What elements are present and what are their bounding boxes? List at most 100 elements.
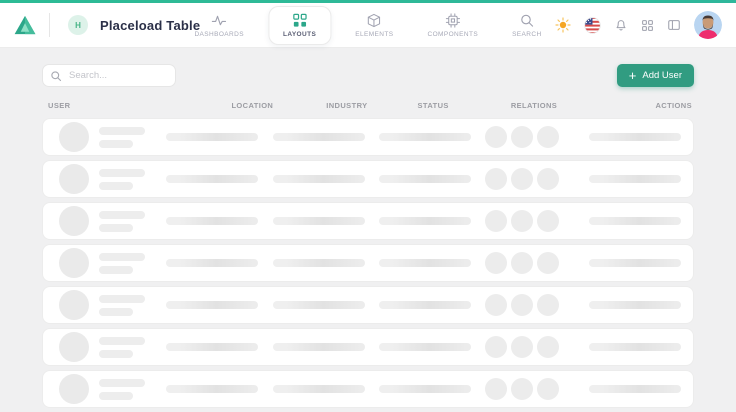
relation-placeholder bbox=[511, 252, 533, 274]
row-cell-relations bbox=[485, 294, 589, 316]
row-cell-status bbox=[379, 133, 485, 141]
cube-icon bbox=[367, 13, 382, 28]
relation-placeholder bbox=[511, 378, 533, 400]
column-header-industry: INDUSTRY bbox=[326, 101, 367, 110]
table-row bbox=[42, 118, 694, 156]
search-input[interactable] bbox=[42, 64, 176, 87]
relation-placeholder bbox=[485, 252, 507, 274]
layout-grid-icon bbox=[292, 13, 307, 28]
relation-placeholder bbox=[485, 210, 507, 232]
main-nav: DASHBOARDS LAYOUTS ELEMENTS C bbox=[184, 3, 551, 48]
theme-sun-icon[interactable] bbox=[555, 17, 571, 33]
row-cell-user bbox=[59, 164, 166, 194]
avatar-placeholder bbox=[59, 332, 89, 362]
bell-icon[interactable] bbox=[614, 18, 628, 32]
row-cell-status bbox=[379, 259, 485, 267]
add-user-button[interactable]: + Add User bbox=[617, 64, 694, 87]
row-cell-actions bbox=[589, 175, 681, 183]
plus-icon: + bbox=[629, 69, 637, 82]
table-column-headers: USER LOCATION INDUSTRY STATUS RELATIONS … bbox=[48, 99, 692, 112]
relation-placeholder bbox=[537, 294, 559, 316]
relation-placeholder bbox=[485, 168, 507, 190]
nav-item-layouts[interactable]: LAYOUTS bbox=[268, 6, 331, 45]
row-cell-relations bbox=[485, 168, 589, 190]
nav-item-search[interactable]: SEARCH bbox=[502, 8, 552, 43]
relation-placeholder bbox=[537, 168, 559, 190]
relation-placeholder bbox=[537, 336, 559, 358]
user-text-placeholder bbox=[99, 169, 145, 190]
row-cell-industry bbox=[273, 133, 379, 141]
row-cell-location bbox=[166, 385, 273, 393]
column-header-actions: ACTIONS bbox=[655, 101, 692, 110]
avatar-placeholder bbox=[59, 122, 89, 152]
row-cell-status bbox=[379, 301, 485, 309]
avatar-placeholder bbox=[59, 248, 89, 278]
row-cell-industry bbox=[273, 385, 379, 393]
column-header-status: STATUS bbox=[418, 101, 449, 110]
toolbar: + Add User bbox=[42, 64, 694, 87]
user-text-placeholder bbox=[99, 379, 145, 400]
row-cell-user bbox=[59, 206, 166, 236]
header-quick-actions bbox=[555, 11, 722, 39]
relation-placeholder bbox=[511, 126, 533, 148]
row-cell-status bbox=[379, 343, 485, 351]
main-content: + Add User USER LOCATION INDUSTRY STATUS… bbox=[0, 48, 736, 408]
column-header-location: LOCATION bbox=[231, 101, 273, 110]
relation-placeholder bbox=[485, 294, 507, 316]
row-cell-actions bbox=[589, 301, 681, 309]
relation-placeholder bbox=[485, 126, 507, 148]
user-text-placeholder bbox=[99, 127, 145, 148]
row-cell-user bbox=[59, 290, 166, 320]
row-cell-relations bbox=[485, 126, 589, 148]
row-cell-status bbox=[379, 385, 485, 393]
row-cell-location bbox=[166, 175, 273, 183]
row-cell-status bbox=[379, 175, 485, 183]
relation-placeholder bbox=[537, 378, 559, 400]
search-icon bbox=[50, 69, 62, 81]
us-flag-icon[interactable] bbox=[584, 17, 601, 34]
relation-placeholder bbox=[485, 378, 507, 400]
relation-placeholder bbox=[511, 210, 533, 232]
relation-placeholder bbox=[537, 126, 559, 148]
table-row bbox=[42, 370, 694, 408]
cpu-icon bbox=[445, 13, 460, 28]
row-cell-relations bbox=[485, 336, 589, 358]
search-icon bbox=[519, 13, 534, 28]
relation-placeholder bbox=[485, 336, 507, 358]
table-row bbox=[42, 160, 694, 198]
relation-placeholder bbox=[511, 294, 533, 316]
row-cell-industry bbox=[273, 175, 379, 183]
row-cell-relations bbox=[485, 210, 589, 232]
avatar-placeholder bbox=[59, 290, 89, 320]
relation-placeholder bbox=[537, 252, 559, 274]
row-cell-user bbox=[59, 332, 166, 362]
row-cell-actions bbox=[589, 259, 681, 267]
project-badge[interactable]: H bbox=[68, 15, 88, 35]
table-row bbox=[42, 202, 694, 240]
app-logo-icon[interactable] bbox=[14, 15, 36, 35]
nav-label: SEARCH bbox=[512, 31, 542, 38]
row-cell-user bbox=[59, 122, 166, 152]
nav-label: COMPONENTS bbox=[427, 31, 478, 38]
nav-item-components[interactable]: COMPONENTS bbox=[417, 8, 488, 43]
row-cell-industry bbox=[273, 259, 379, 267]
user-avatar[interactable] bbox=[694, 11, 722, 39]
row-cell-industry bbox=[273, 343, 379, 351]
app-header: H Placeload Table DASHBOARDS LAYOUTS ELE… bbox=[0, 3, 736, 48]
table-row bbox=[42, 286, 694, 324]
row-cell-relations bbox=[485, 252, 589, 274]
avatar-placeholder bbox=[59, 164, 89, 194]
nav-item-elements[interactable]: ELEMENTS bbox=[345, 8, 403, 43]
nav-item-dashboards[interactable]: DASHBOARDS bbox=[184, 8, 254, 43]
row-cell-location bbox=[166, 301, 273, 309]
reader-panel-icon[interactable] bbox=[667, 18, 681, 32]
placeholder-rows bbox=[42, 118, 694, 408]
row-cell-user bbox=[59, 374, 166, 404]
row-cell-location bbox=[166, 217, 273, 225]
table-row bbox=[42, 328, 694, 366]
header-divider bbox=[49, 13, 50, 37]
row-cell-industry bbox=[273, 301, 379, 309]
user-text-placeholder bbox=[99, 253, 145, 274]
row-cell-relations bbox=[485, 378, 589, 400]
apps-grid-icon[interactable] bbox=[641, 19, 654, 32]
